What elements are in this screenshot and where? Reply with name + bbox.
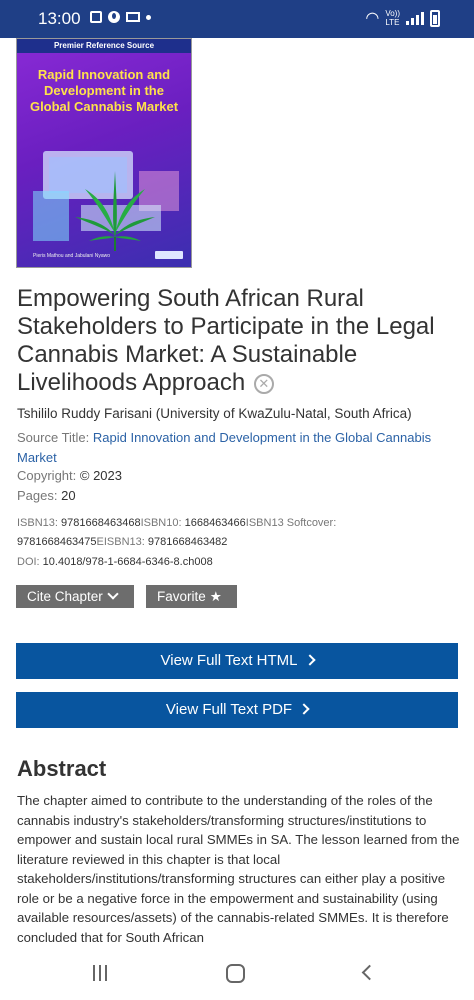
favorite-button[interactable]: Favorite ★	[146, 585, 237, 608]
eisbn13-value: 9781668463482	[147, 536, 228, 548]
chevron-right-icon	[303, 654, 316, 666]
cite-chapter-label: Cite Chapter	[27, 589, 103, 604]
pages: Pages: 20	[17, 488, 76, 503]
copyright-label: Copyright:	[17, 468, 80, 483]
wifi-icon: ◠	[365, 9, 380, 27]
copyright-value: © 2023	[79, 468, 122, 483]
close-circle-icon[interactable]: ✕	[253, 374, 274, 394]
recent-apps-icon[interactable]	[93, 965, 107, 981]
chevron-down-icon	[107, 588, 119, 600]
copyright: Copyright: © 2023	[17, 468, 122, 483]
volte-icon: Vo)) LTE	[385, 9, 400, 27]
chapter-title: Empowering South African Rural Stakehold…	[17, 285, 467, 397]
status-right-icons: ◠ Vo)) LTE	[365, 9, 440, 27]
network-label: LTE	[385, 18, 400, 27]
isbn10-label: ISBN10:	[140, 517, 185, 529]
pages-label: Pages:	[17, 488, 62, 503]
book-cover[interactable]: Premier Reference Source Rapid Innovatio…	[16, 38, 192, 268]
eisbn13-label: EISBN13:	[96, 536, 148, 548]
cite-chapter-button[interactable]: Cite Chapter	[16, 585, 134, 608]
isbn10-value: 1668463466	[184, 517, 246, 529]
chevron-right-icon	[298, 703, 310, 715]
status-bar: 13:00 ◠ Vo)) LTE	[0, 0, 474, 38]
cover-band: Premier Reference Source	[17, 39, 191, 53]
isbn-list: ISBN13: 9781668463468ISBN10: 1668463466I…	[17, 514, 467, 552]
view-html-label: View Full Text HTML	[160, 652, 298, 669]
navigation-bar	[0, 948, 474, 1000]
battery-icon	[430, 9, 440, 27]
abstract-text: The chapter aimed to contribute to the u…	[17, 793, 460, 945]
voice-label: Vo))	[385, 9, 400, 18]
view-full-text-html-button[interactable]: View Full Text HTML	[16, 643, 458, 679]
back-icon[interactable]	[361, 964, 378, 981]
isbn13-softcover-value: 9781668463475	[17, 536, 97, 548]
favorite-label: Favorite	[157, 589, 206, 604]
mail-icon	[126, 12, 140, 22]
doi-value: 10.4018/978-1-6684-6346-8.ch008	[42, 556, 213, 568]
signal-icon	[406, 11, 424, 25]
gallery-icon	[90, 11, 102, 23]
home-icon[interactable]	[226, 964, 245, 983]
doi: DOI: 10.4018/978-1-6684-6346-8.ch008	[17, 556, 213, 568]
pages-value: 20	[61, 488, 76, 503]
isbn13-softcover-label: ISBN13 Softcover:	[245, 517, 337, 529]
isbn13-label: ISBN13:	[17, 517, 62, 529]
chapter-author: Tshililo Ruddy Farisani (University of K…	[17, 406, 412, 421]
status-time: 13:00	[38, 9, 81, 28]
star-icon: ★	[209, 589, 222, 604]
cannabis-leaf-illustration	[33, 151, 179, 251]
vodafone-icon	[108, 11, 120, 23]
publisher-logo	[155, 251, 183, 259]
doi-label: DOI:	[17, 556, 43, 568]
cover-title: Rapid Innovation and Development in the …	[29, 67, 179, 114]
isbn13-value: 9781668463468	[61, 517, 141, 529]
source-title: Source Title: Rapid Innovation and Devel…	[17, 428, 467, 468]
source-label: Source Title:	[17, 430, 93, 445]
view-pdf-label: View Full Text PDF	[165, 701, 293, 718]
chapter-title-text: Empowering South African Rural Stakehold…	[17, 285, 435, 396]
status-left-icons	[90, 11, 151, 23]
cover-authors: Pieris Mathou and Jabulani Nyawo	[33, 253, 110, 259]
abstract-heading: Abstract	[17, 756, 107, 781]
dot-icon	[146, 14, 151, 20]
view-full-text-pdf-button[interactable]: View Full Text PDF	[16, 692, 458, 728]
